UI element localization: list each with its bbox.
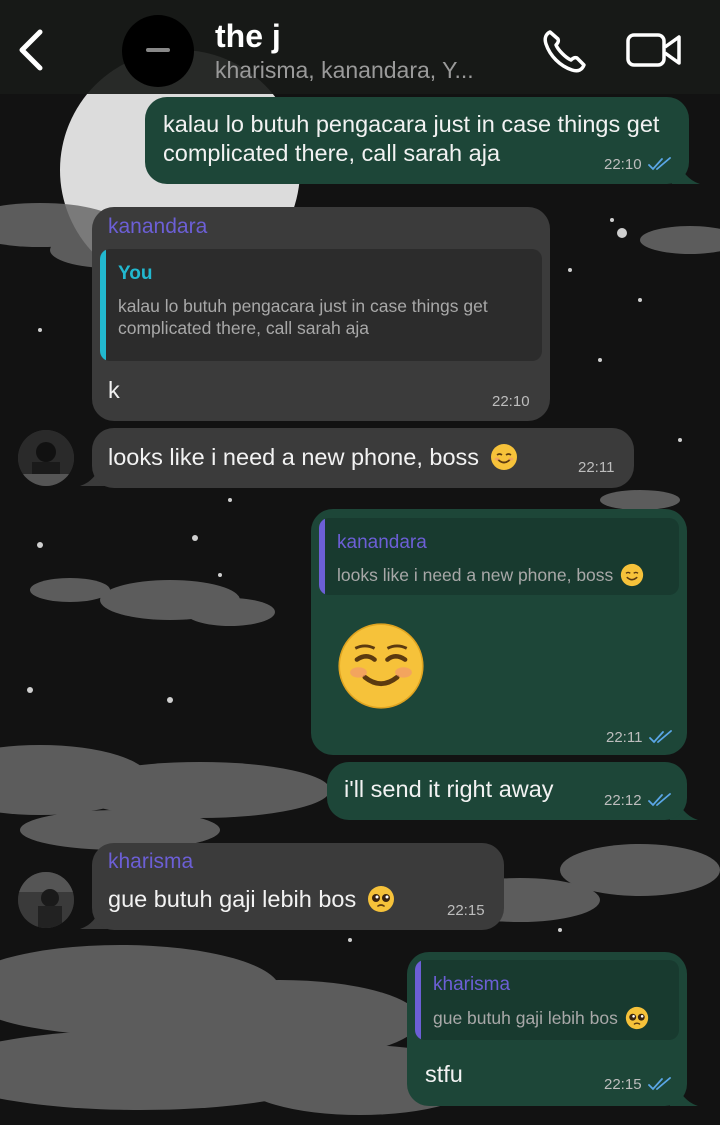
quoted-text: kalau lo butuh pengacara just in case th… bbox=[118, 296, 488, 338]
quoted-text: looks like i need a new phone, boss bbox=[337, 565, 614, 585]
message-text: stfu bbox=[425, 1061, 463, 1087]
incoming-message[interactable]: looks like i need a new phone, boss 22:1… bbox=[92, 428, 634, 488]
pleading-face-emoji-icon bbox=[367, 886, 394, 912]
outgoing-message[interactable]: i'll send it right away 22:12 bbox=[327, 762, 687, 820]
video-call-icon[interactable] bbox=[625, 30, 683, 70]
read-ticks-icon bbox=[648, 157, 671, 171]
message-time: 22:15 bbox=[447, 902, 485, 919]
sender-name: kharisma bbox=[108, 850, 194, 873]
message-time: 22:10 bbox=[492, 393, 530, 410]
message-time: 22:15 bbox=[604, 1076, 642, 1093]
message-text: looks like i need a new phone, boss bbox=[108, 444, 480, 470]
pleading-face-emoji-icon bbox=[625, 1006, 648, 1030]
quoted-message[interactable]: You kalau lo butuh pengacara just in cas… bbox=[100, 249, 542, 361]
incoming-message[interactable]: kanandara You kalau lo butuh pengacara j… bbox=[92, 207, 550, 421]
outgoing-message[interactable]: kanandara looks like i need a new phone,… bbox=[311, 509, 687, 755]
quoted-sender: You bbox=[118, 263, 153, 284]
outgoing-message[interactable]: kharisma gue butuh gaji lebih bos stfu 2… bbox=[407, 952, 687, 1106]
read-ticks-icon bbox=[648, 793, 671, 807]
quoted-sender: kanandara bbox=[337, 532, 427, 553]
incoming-message[interactable]: kharisma gue butuh gaji lebih bos 22:15 bbox=[92, 843, 504, 930]
quoted-message[interactable]: kharisma gue butuh gaji lebih bos bbox=[415, 960, 679, 1040]
group-avatar[interactable] bbox=[122, 15, 194, 87]
quoted-message[interactable]: kanandara looks like i need a new phone,… bbox=[319, 518, 679, 595]
avatar[interactable] bbox=[18, 872, 74, 928]
phone-call-icon[interactable] bbox=[540, 28, 588, 74]
message-time: 22:11 bbox=[606, 729, 643, 746]
large-relieved-smile-emoji-icon bbox=[338, 623, 424, 709]
message-text: i'll send it right away bbox=[344, 776, 554, 802]
message-text: k bbox=[108, 377, 120, 403]
outgoing-message[interactable]: kalau lo butuh pengacara just in case th… bbox=[145, 97, 689, 184]
quoted-text: gue butuh gaji lebih bos bbox=[433, 1008, 618, 1028]
quoted-sender: kharisma bbox=[433, 974, 511, 995]
relieved-smile-emoji-icon bbox=[621, 563, 644, 587]
relieved-smile-emoji-icon bbox=[490, 444, 517, 470]
avatar[interactable] bbox=[18, 430, 74, 486]
message-time: 22:11 bbox=[578, 459, 615, 476]
read-ticks-icon bbox=[649, 730, 672, 744]
chat-title[interactable]: the j bbox=[215, 18, 281, 55]
sender-name: kanandara bbox=[108, 215, 208, 238]
back-arrow-icon[interactable] bbox=[14, 28, 50, 72]
message-time: 22:12 bbox=[604, 792, 642, 809]
message-text: gue butuh gaji lebih bos bbox=[108, 886, 357, 912]
chat-header: the j kharisma, kanandara, Y... bbox=[0, 0, 720, 94]
message-time: 22:10 bbox=[604, 156, 642, 173]
read-ticks-icon bbox=[648, 1077, 671, 1091]
chat-participants[interactable]: kharisma, kanandara, Y... bbox=[215, 57, 525, 84]
message-text: kalau lo butuh pengacara just in case th… bbox=[163, 111, 660, 166]
